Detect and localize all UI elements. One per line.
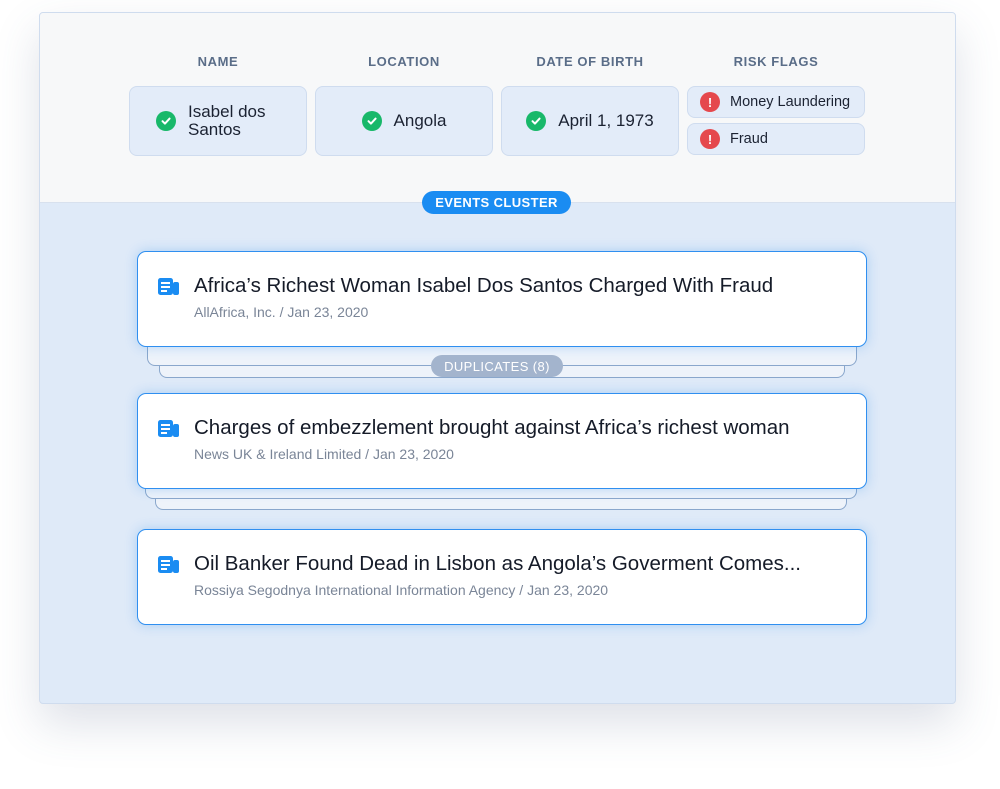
location-field[interactable]: Angola: [315, 86, 493, 156]
newspaper-icon: [158, 420, 179, 442]
location-column-label: LOCATION: [368, 54, 440, 69]
risk-flag-money-laundering[interactable]: ! Money Laundering: [687, 86, 865, 118]
dob-field[interactable]: April 1, 1973: [501, 86, 679, 156]
name-field[interactable]: Isabel dos Santos: [129, 86, 307, 156]
risk-flag-fraud[interactable]: ! Fraud: [687, 123, 865, 155]
newspaper-icon: [158, 278, 179, 300]
risk-flags-column-label: RISK FLAGS: [733, 54, 819, 69]
article-card[interactable]: Oil Banker Found Dead in Lisbon as Angol…: [137, 529, 867, 625]
check-circle-icon: [526, 111, 547, 131]
name-column-label: NAME: [197, 54, 239, 69]
article-source-date: AllAfrica, Inc. / Jan 23, 2020: [194, 304, 369, 320]
events-cluster-badge: EVENTS CLUSTER: [422, 191, 571, 214]
check-circle-icon: [156, 111, 176, 131]
risk-flag-label: Money Laundering: [730, 94, 851, 110]
article-title[interactable]: Charges of embezzlement brought against …: [194, 416, 790, 440]
article-source-date: News UK & Ireland Limited / Jan 23, 2020: [194, 446, 454, 462]
dob-column-label: DATE OF BIRTH: [536, 54, 644, 69]
profile-summary-panel: NAME LOCATION DATE OF BIRTH RISK FLAGS I…: [40, 13, 955, 203]
check-circle-icon: [361, 111, 382, 131]
alert-circle-icon: !: [700, 129, 720, 149]
dob-value: April 1, 1973: [558, 111, 654, 130]
article-title[interactable]: Oil Banker Found Dead in Lisbon as Angol…: [194, 552, 801, 576]
newspaper-icon: [158, 556, 179, 578]
location-value: Angola: [393, 111, 447, 130]
article-title[interactable]: Africa’s Richest Woman Isabel Dos Santos…: [194, 274, 773, 298]
article-card[interactable]: Africa’s Richest Woman Isabel Dos Santos…: [137, 251, 867, 347]
screening-window: NAME LOCATION DATE OF BIRTH RISK FLAGS I…: [39, 12, 956, 704]
risk-flag-label: Fraud: [730, 131, 768, 147]
duplicates-badge[interactable]: DUPLICATES (8): [431, 355, 563, 377]
article-card[interactable]: Charges of embezzlement brought against …: [137, 393, 867, 489]
name-value: Isabel dos Santos: [188, 102, 266, 139]
alert-circle-icon: !: [700, 92, 720, 112]
article-source-date: Rossiya Segodnya International Informati…: [194, 582, 609, 598]
